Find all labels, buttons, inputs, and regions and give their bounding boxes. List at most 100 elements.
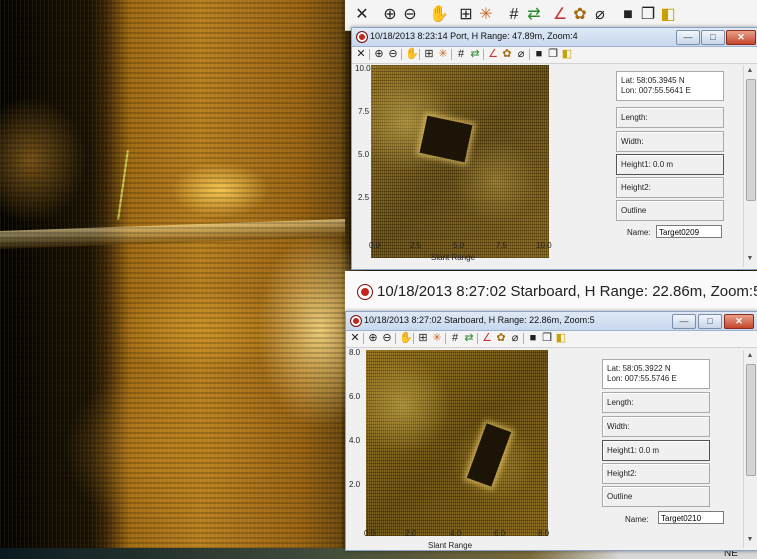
- scroll-up-icon[interactable]: ▲: [744, 67, 756, 77]
- lat-lon-field: Lat: 58:05.3945 N Lon: 007:55.5641 E: [616, 71, 724, 101]
- x-tick: 6.0: [494, 529, 506, 538]
- lon-value: Lon: 007:55.5641 E: [621, 86, 691, 95]
- toolbar-separator: [451, 49, 452, 60]
- height1-button[interactable]: Height1: 0.0 m: [602, 440, 710, 461]
- toolbar-separator: [445, 333, 446, 344]
- length-label: Length:: [621, 113, 648, 122]
- window-toolbar: ✕ ⊕ ⊖ ✋ ⊞ ✳ # ⇄ ∠ ✿ ⌀ ■ ❐ ◧: [352, 47, 757, 64]
- measure-angle-icon[interactable]: ∠: [487, 48, 499, 61]
- swap-arrows-icon[interactable]: ⇄: [469, 48, 481, 61]
- x-tick: 5.0: [453, 241, 465, 250]
- eraser-icon[interactable]: ⌀: [509, 332, 521, 345]
- y-tick: 7.5: [358, 107, 370, 116]
- maximize-button[interactable]: □: [701, 30, 725, 45]
- crosshair-icon[interactable]: ✳: [477, 6, 495, 24]
- export-icon[interactable]: ◧: [659, 6, 677, 24]
- vertical-scrollbar[interactable]: ▲ ▼: [743, 350, 756, 548]
- color-palette-icon[interactable]: ✿: [501, 48, 513, 61]
- measure-angle-icon[interactable]: ∠: [551, 6, 569, 24]
- outline-button[interactable]: Outline: [616, 200, 724, 221]
- width-button[interactable]: Width:: [616, 131, 724, 152]
- width-label: Width:: [607, 422, 630, 431]
- eraser-icon[interactable]: ⌀: [591, 6, 609, 24]
- zoom-out-icon[interactable]: ⊖: [401, 6, 419, 24]
- copy-icon[interactable]: ❐: [547, 48, 559, 61]
- minimize-button[interactable]: —: [672, 314, 696, 329]
- x-tick: 2.0: [405, 529, 417, 538]
- width-label: Width:: [621, 137, 644, 146]
- height1-button[interactable]: Height1: 0.0 m: [616, 154, 724, 175]
- toolbar-separator: [369, 49, 370, 60]
- length-button[interactable]: Length:: [602, 392, 710, 413]
- zoom-out-icon[interactable]: ⊖: [387, 48, 399, 61]
- outline-button[interactable]: Outline: [602, 486, 710, 507]
- swap-arrows-icon[interactable]: ⇄: [463, 332, 475, 345]
- x-tick: 8.0: [538, 529, 550, 538]
- zoom-fit-icon[interactable]: ⊞: [457, 6, 475, 24]
- y-tick: 4.0: [349, 436, 361, 445]
- sonar-target-image[interactable]: [366, 350, 548, 536]
- export-icon[interactable]: ◧: [555, 332, 567, 345]
- copy-icon[interactable]: ❐: [639, 6, 657, 24]
- scroll-down-icon[interactable]: ▼: [744, 255, 756, 265]
- zoom-out-icon[interactable]: ⊖: [381, 332, 393, 345]
- minimize-button[interactable]: —: [676, 30, 700, 45]
- pan-hand-icon[interactable]: ✋: [399, 332, 413, 345]
- lat-value: Lat: 58:05.3922 N: [607, 364, 671, 373]
- zoom-in-icon[interactable]: ⊕: [381, 6, 399, 24]
- scroll-up-icon[interactable]: ▲: [744, 352, 756, 362]
- target-icon: [356, 31, 368, 43]
- copy-icon[interactable]: ❐: [541, 332, 553, 345]
- zoom-in-icon[interactable]: ⊕: [367, 332, 379, 345]
- scroll-thumb[interactable]: [746, 364, 756, 476]
- width-button[interactable]: Width:: [602, 416, 710, 437]
- name-input[interactable]: Target0209: [656, 225, 722, 238]
- x-tick: 0.0: [369, 241, 381, 250]
- close-x-icon[interactable]: ✕: [349, 332, 361, 345]
- close-x-icon[interactable]: ✕: [353, 6, 371, 24]
- export-icon[interactable]: ◧: [561, 48, 573, 61]
- height1-label: Height1: 0.0 m: [607, 446, 660, 455]
- grid-icon[interactable]: #: [505, 6, 523, 24]
- x-tick: 7.5: [496, 241, 508, 250]
- window-titlebar[interactable]: 10/18/2013 8:27:02 Starboard, H Range: 2…: [346, 312, 757, 331]
- eraser-icon[interactable]: ⌀: [515, 48, 527, 61]
- zoom-fit-icon[interactable]: ⊞: [423, 48, 435, 61]
- toolbar-separator: [419, 49, 420, 60]
- name-input[interactable]: Target0210: [658, 511, 724, 524]
- measure-angle-icon[interactable]: ∠: [481, 332, 493, 345]
- swap-arrows-icon[interactable]: ⇄: [525, 6, 543, 24]
- sonar-target-image[interactable]: [371, 65, 549, 258]
- crosshair-icon[interactable]: ✳: [431, 332, 443, 345]
- y-tick: 8.0: [349, 348, 361, 357]
- close-x-icon[interactable]: ✕: [355, 48, 367, 61]
- color-palette-icon[interactable]: ✿: [495, 332, 507, 345]
- color-palette-icon[interactable]: ✿: [571, 6, 589, 24]
- close-button[interactable]: ✕: [724, 314, 754, 329]
- grid-icon[interactable]: #: [455, 48, 467, 61]
- window-titlebar[interactable]: 10/18/2013 8:23:14 Port, H Range: 47.89m…: [352, 28, 757, 47]
- save-icon[interactable]: ■: [527, 332, 539, 345]
- save-icon[interactable]: ■: [619, 6, 637, 24]
- height2-button[interactable]: Height2:: [616, 177, 724, 198]
- grid-icon[interactable]: #: [449, 332, 461, 345]
- save-icon[interactable]: ■: [533, 48, 545, 61]
- lat-lon-field: Lat: 58:05.3922 N Lon: 007:55.5746 E: [602, 359, 710, 389]
- scroll-down-icon[interactable]: ▼: [744, 536, 756, 546]
- scroll-thumb[interactable]: [746, 79, 756, 201]
- length-label: Length:: [607, 398, 634, 407]
- height1-label: Height1: 0.0 m: [621, 160, 674, 169]
- toolbar-separator: [523, 333, 524, 344]
- height2-button[interactable]: Height2:: [602, 463, 710, 484]
- maximize-button[interactable]: □: [698, 314, 722, 329]
- pan-hand-icon[interactable]: ✋: [405, 48, 419, 61]
- zoom-in-icon[interactable]: ⊕: [373, 48, 385, 61]
- window-toolbar: ✕ ⊕ ⊖ ✋ ⊞ ✳ # ⇄ ∠ ✿ ⌀ ■ ❐ ◧: [346, 331, 757, 348]
- vertical-scrollbar[interactable]: ▲ ▼: [743, 65, 756, 267]
- crosshair-icon[interactable]: ✳: [437, 48, 449, 61]
- length-button[interactable]: Length:: [616, 107, 724, 128]
- lon-value: Lon: 007:55.5746 E: [607, 374, 677, 383]
- zoom-fit-icon[interactable]: ⊞: [417, 332, 429, 345]
- pan-hand-icon[interactable]: ✋: [429, 6, 449, 24]
- close-button[interactable]: ✕: [726, 30, 756, 45]
